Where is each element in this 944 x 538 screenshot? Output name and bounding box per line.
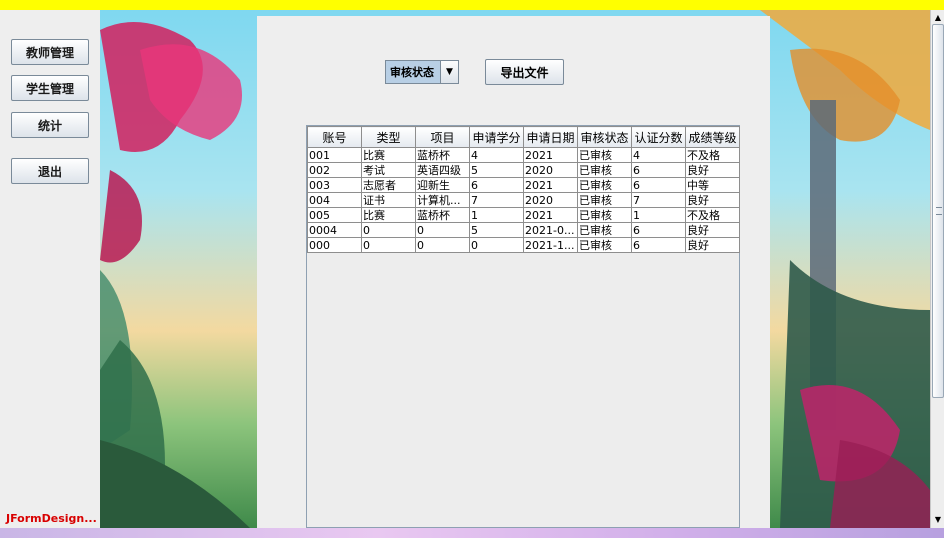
table-cell[interactable]: 2020 [523,162,578,178]
column-header[interactable]: 成绩等级 [685,126,740,148]
table-cell[interactable]: 2021 [523,147,578,163]
scrollbar-thumb[interactable] [932,24,944,398]
table-row[interactable]: 004 证书 计算机... 7 2020 已审核 7 良好 [307,192,740,208]
table-cell[interactable]: 中等 [685,177,740,193]
table-cell[interactable]: 已审核 [577,192,632,208]
table-cell[interactable]: 0 [361,222,416,238]
table-cell[interactable]: 6 [631,237,686,253]
table-cell[interactable]: 比赛 [361,147,416,163]
table-row[interactable]: 005 比赛 蓝桥杯 1 2021 已审核 1 不及格 [307,207,740,223]
table-cell[interactable]: 005 [307,207,362,223]
table-cell[interactable]: 证书 [361,192,416,208]
table-cell[interactable]: 6 [631,162,686,178]
table-cell[interactable]: 001 [307,147,362,163]
table-cell[interactable]: 7 [631,192,686,208]
chevron-down-icon[interactable]: ▼ [440,61,458,83]
table-cell[interactable]: 0004 [307,222,362,238]
table-cell[interactable]: 志愿者 [361,177,416,193]
grip-icon [936,207,942,215]
student-management-button[interactable]: 学生管理 [11,75,89,101]
table-row[interactable]: 000 0 0 0 2021-1... 已审核 6 良好 [307,237,740,253]
table-cell[interactable]: 003 [307,177,362,193]
bottom-bar [0,528,944,538]
table-cell[interactable]: 0 [415,222,470,238]
column-header[interactable]: 项目 [415,126,470,148]
table-cell[interactable]: 不及格 [685,147,740,163]
table-cell[interactable]: 已审核 [577,177,632,193]
table-cell[interactable]: 2021 [523,177,578,193]
table-cell[interactable]: 002 [307,162,362,178]
vertical-scrollbar[interactable]: ▲ ▼ [930,10,944,528]
table-cell[interactable]: 6 [631,177,686,193]
table-header-row: 账号 类型 项目 申请学分 申请日期 审核状态 认证分数 成绩等级 [307,126,740,148]
table-cell[interactable]: 2021-0... [523,222,578,238]
statistics-button[interactable]: 统计 [11,112,89,138]
column-header[interactable]: 审核状态 [577,126,632,148]
export-file-button[interactable]: 导出文件 [485,59,564,85]
table-cell[interactable]: 良好 [685,222,740,238]
table-cell[interactable]: 计算机... [415,192,470,208]
column-header[interactable]: 类型 [361,126,416,148]
table-row[interactable]: 001 比赛 蓝桥杯 4 2021 已审核 4 不及格 [307,147,740,163]
table-cell[interactable]: 蓝桥杯 [415,147,470,163]
table-cell[interactable]: 5 [469,162,524,178]
table-row[interactable]: 003 志愿者 迎新生 6 2021 已审核 6 中等 [307,177,740,193]
table-cell[interactable]: 4 [631,147,686,163]
table-cell[interactable]: 7 [469,192,524,208]
table-cell[interactable]: 0 [469,237,524,253]
scroll-up-arrow-icon[interactable]: ▲ [931,10,944,24]
scroll-down-arrow-icon[interactable]: ▼ [931,512,944,526]
table-cell[interactable]: 蓝桥杯 [415,207,470,223]
table-cell[interactable]: 良好 [685,192,740,208]
table-cell[interactable]: 2020 [523,192,578,208]
column-header[interactable]: 账号 [307,126,362,148]
brand-label: JFormDesign... [6,512,97,525]
records-table: 账号 类型 项目 申请学分 申请日期 审核状态 认证分数 成绩等级 001 比赛… [306,125,740,528]
table-cell[interactable]: 已审核 [577,147,632,163]
table-cell[interactable]: 6 [631,222,686,238]
top-bar [0,0,944,10]
table-cell[interactable]: 0 [361,237,416,253]
table-cell[interactable]: 004 [307,192,362,208]
table-cell[interactable]: 1 [469,207,524,223]
review-status-dropdown[interactable]: 审核状态 ▼ [385,60,459,84]
table-cell[interactable]: 不及格 [685,207,740,223]
table-cell[interactable]: 已审核 [577,162,632,178]
table-cell[interactable]: 6 [469,177,524,193]
table-cell[interactable]: 2021-1... [523,237,578,253]
table-cell[interactable]: 4 [469,147,524,163]
table-cell[interactable]: 迎新生 [415,177,470,193]
table-cell[interactable]: 已审核 [577,222,632,238]
table-cell[interactable]: 考试 [361,162,416,178]
table-cell[interactable]: 5 [469,222,524,238]
table-cell[interactable]: 比赛 [361,207,416,223]
table-cell[interactable]: 已审核 [577,237,632,253]
exit-button[interactable]: 退出 [11,158,89,184]
table-cell[interactable]: 英语四级 [415,162,470,178]
sidebar: 教师管理 学生管理 统计 退出 JFormDesign... [0,10,100,528]
review-status-value: 审核状态 [386,61,440,83]
column-header[interactable]: 申请学分 [469,126,524,148]
table-cell[interactable]: 良好 [685,162,740,178]
teacher-management-button[interactable]: 教师管理 [11,39,89,65]
table-cell[interactable]: 已审核 [577,207,632,223]
column-header[interactable]: 申请日期 [523,126,578,148]
table-cell[interactable]: 000 [307,237,362,253]
column-header[interactable]: 认证分数 [631,126,686,148]
table-cell[interactable]: 0 [415,237,470,253]
table-row[interactable]: 002 考试 英语四级 5 2020 已审核 6 良好 [307,162,740,178]
table-cell[interactable]: 良好 [685,237,740,253]
table-cell[interactable]: 2021 [523,207,578,223]
table-cell[interactable]: 1 [631,207,686,223]
table-row[interactable]: 0004 0 0 5 2021-0... 已审核 6 良好 [307,222,740,238]
